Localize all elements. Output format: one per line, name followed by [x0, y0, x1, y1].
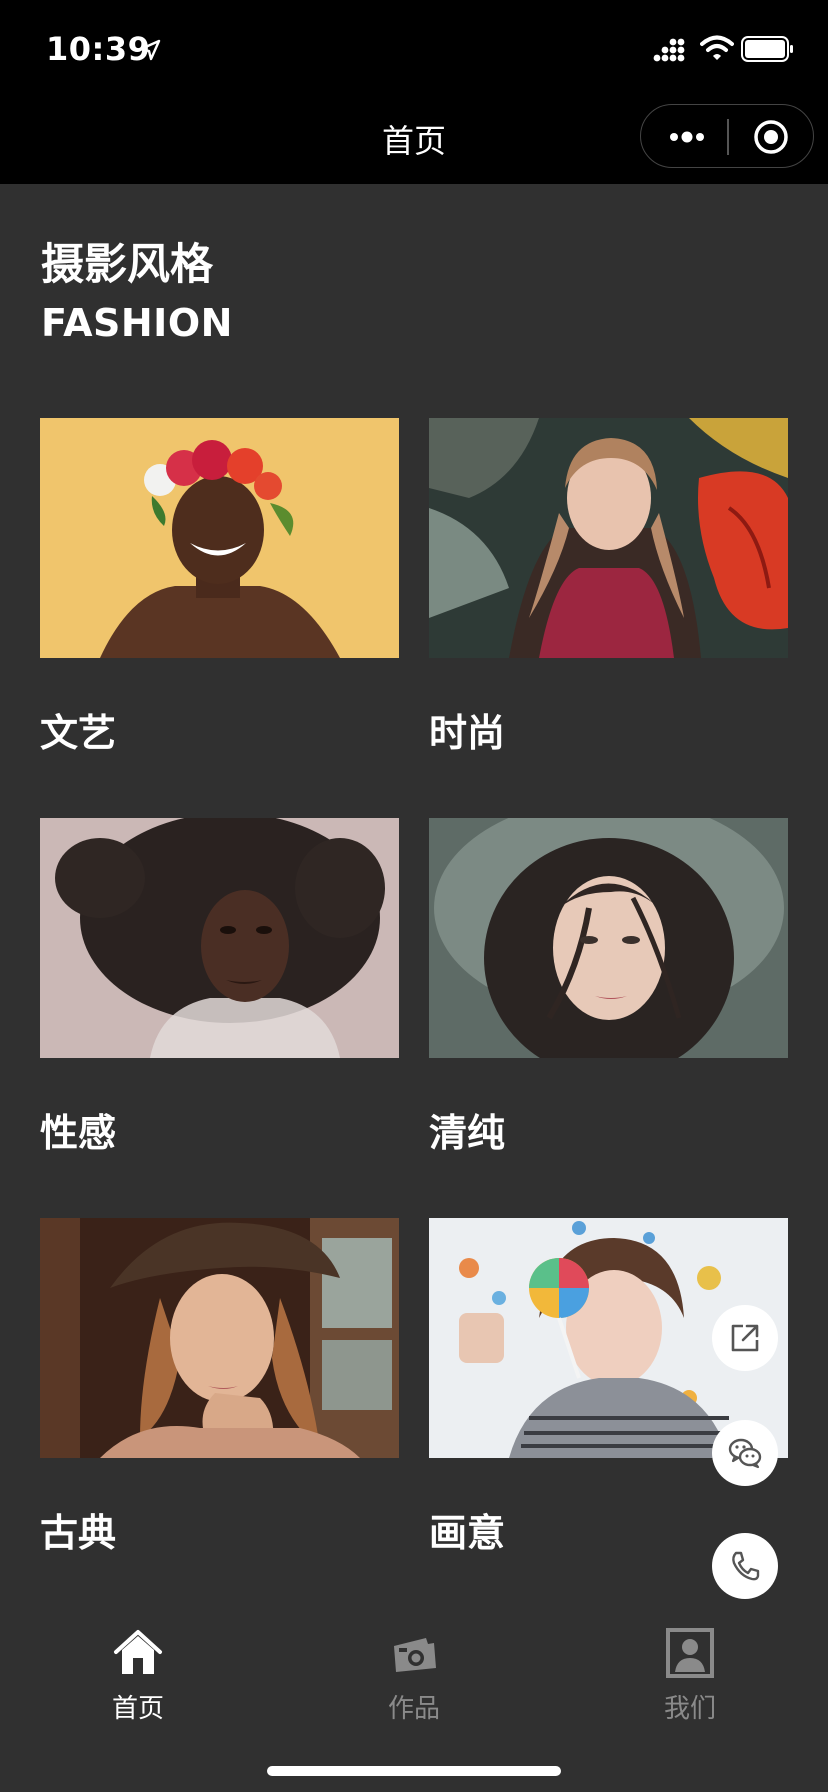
share-icon [731, 1324, 759, 1352]
status-time: 10:39 [46, 30, 151, 68]
tab-home[interactable]: 首页 [78, 1628, 198, 1725]
section-subtitle: FASHION [41, 301, 233, 345]
style-card-gudian[interactable]: 古典 [40, 1218, 399, 1557]
tab-label: 首页 [111, 1694, 164, 1724]
card-photo [40, 1218, 399, 1458]
phone-icon [732, 1551, 760, 1581]
battery-icon [741, 36, 793, 62]
card-label: 古典 [40, 1511, 117, 1555]
style-card-shishang[interactable]: 时尚 [429, 418, 788, 757]
style-card-qingchun[interactable]: 清纯 [429, 818, 788, 1157]
style-card-huayi[interactable]: 画意 [429, 1218, 788, 1557]
tab-about-us[interactable]: 我们 [630, 1628, 750, 1725]
close-mini-program-icon[interactable] [751, 117, 791, 157]
phone-button[interactable] [712, 1533, 778, 1599]
camera-icon [394, 1638, 436, 1672]
cellular-signal-icon [653, 38, 685, 62]
mini-program-capsule [640, 104, 814, 168]
card-photo [40, 818, 399, 1058]
navigation-bar: 首页 [0, 90, 828, 184]
tab-label: 我们 [663, 1694, 716, 1724]
card-photo [429, 818, 788, 1058]
wechat-button[interactable] [712, 1420, 778, 1486]
more-icon[interactable] [665, 123, 709, 151]
card-label: 清纯 [429, 1111, 506, 1155]
card-label: 性感 [40, 1111, 117, 1155]
card-photo [429, 418, 788, 658]
profile-icon [666, 1628, 714, 1678]
home-icon [114, 1630, 162, 1674]
wechat-icon [728, 1438, 762, 1469]
tab-label: 作品 [387, 1694, 440, 1724]
card-label: 时尚 [429, 711, 506, 755]
section-title: 摄影风格 [41, 240, 213, 290]
card-label: 文艺 [40, 711, 117, 755]
card-photo [40, 418, 399, 658]
style-card-xinggan[interactable]: 性感 [40, 818, 399, 1157]
capsule-divider [727, 119, 729, 155]
location-arrow-icon [139, 39, 161, 61]
tab-works[interactable]: 作品 [354, 1628, 474, 1725]
style-card-wenyi[interactable]: 文艺 [40, 418, 399, 757]
tab-bar: 首页 作品 我们 [0, 1600, 828, 1792]
share-button[interactable] [712, 1305, 778, 1371]
status-bar: 10:39 [0, 0, 828, 90]
wifi-icon [700, 35, 734, 60]
home-indicator[interactable] [267, 1766, 561, 1776]
